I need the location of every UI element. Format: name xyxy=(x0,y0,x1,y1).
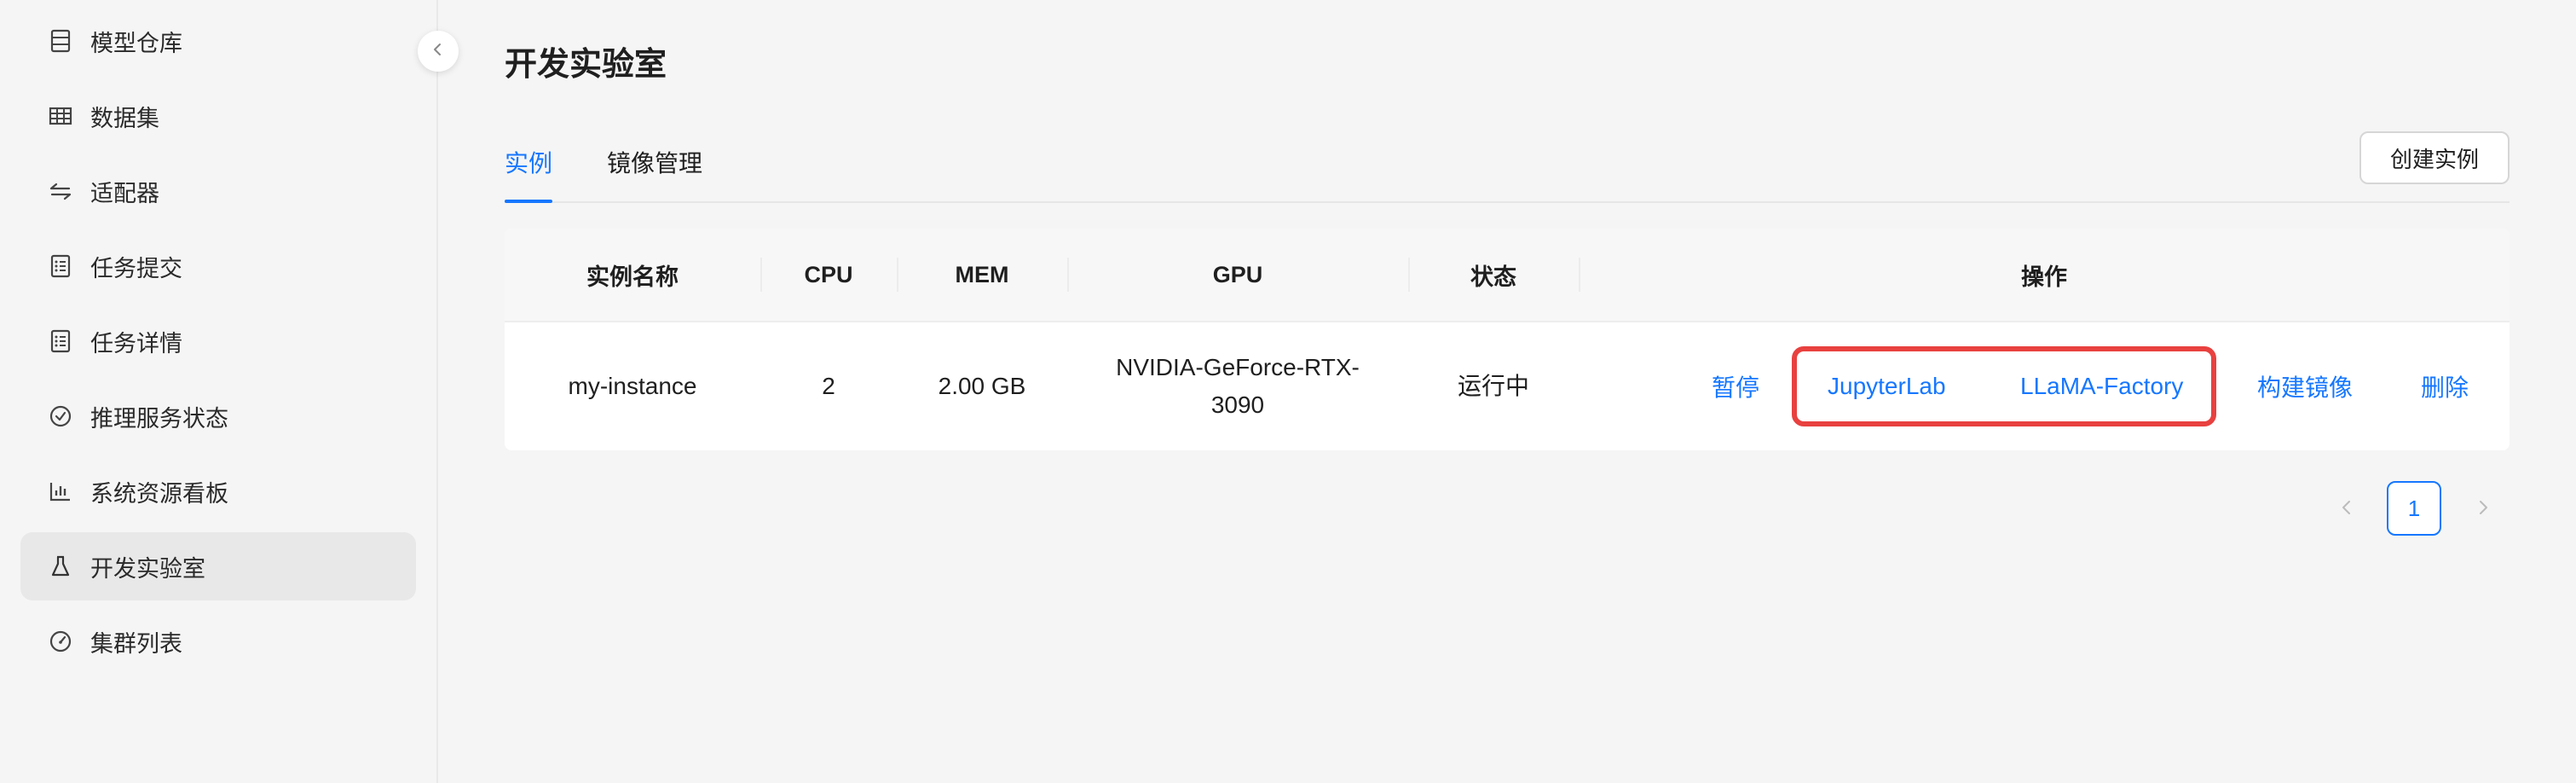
tab-bar: 实例 镜像管理 xyxy=(505,128,2510,203)
chevron-right-icon xyxy=(2476,499,2490,520)
sidebar-item-dev-lab[interactable]: 开发实验室 xyxy=(20,532,416,600)
pagination-prev-button[interactable] xyxy=(2325,483,2368,536)
column-header-gpu: GPU xyxy=(1212,261,1263,287)
sidebar-item-inference-status[interactable]: 推理服务状态 xyxy=(20,382,416,450)
pause-link[interactable]: 暂停 xyxy=(1712,322,1759,450)
table-header: 实例名称 CPU MEM GPU 状态 操作 xyxy=(505,229,2510,322)
sidebar: 模型仓库 数据集 适配器 任务提交 任务详情 推理服务状态 系统资源看板 开发实… xyxy=(0,0,438,783)
sidebar-item-label: 适配器 xyxy=(90,180,159,206)
create-instance-button[interactable]: 创建实例 xyxy=(2359,131,2510,184)
sidebar-item-label: 模型仓库 xyxy=(90,30,182,56)
delete-link[interactable]: 删除 xyxy=(2421,322,2469,450)
tab-label: 镜像管理 xyxy=(607,150,703,177)
pagination-next-button[interactable] xyxy=(2462,483,2504,536)
sidebar-item-label: 数据集 xyxy=(90,105,159,131)
bar-chart-icon xyxy=(46,477,75,506)
task-detail-icon xyxy=(46,327,75,356)
chevron-left-icon xyxy=(430,42,446,61)
cell-mem: 2.00 GB xyxy=(938,373,1026,399)
build-image-link[interactable]: 构建镜像 xyxy=(2257,322,2353,450)
sidebar-item-model-repo[interactable]: 模型仓库 xyxy=(20,7,416,75)
sidebar-item-task-detail[interactable]: 任务详情 xyxy=(20,307,416,375)
sidebar-item-task-submit[interactable]: 任务提交 xyxy=(20,232,416,300)
sidebar-item-label: 集群列表 xyxy=(90,630,182,657)
sidebar-item-cluster-list[interactable]: 集群列表 xyxy=(20,607,416,676)
sidebar-item-label: 系统资源看板 xyxy=(90,480,228,507)
sidebar-item-label: 推理服务状态 xyxy=(90,405,228,432)
gpu-name-line1: NVIDIA-GeForce-RTX- xyxy=(1116,354,1360,380)
page-title: 开发实验室 xyxy=(505,47,667,83)
tab-label: 实例 xyxy=(505,150,553,177)
active-tab-indicator xyxy=(505,200,552,203)
highlight-annotation-box xyxy=(1792,346,2216,426)
cell-gpu: NVIDIA-GeForce-RTX- 3090 xyxy=(1067,322,1408,450)
pagination-page-current[interactable]: 1 xyxy=(2387,481,2441,536)
sidebar-item-datasets[interactable]: 数据集 xyxy=(20,82,416,150)
task-list-icon xyxy=(46,252,75,281)
check-circle-icon xyxy=(46,402,75,431)
tab-instances[interactable]: 实例 xyxy=(505,145,552,179)
sidebar-item-label: 任务详情 xyxy=(90,330,182,357)
model-repo-icon xyxy=(46,26,75,55)
sidebar-item-resource-dashboard[interactable]: 系统资源看板 xyxy=(20,457,416,525)
chevron-left-icon xyxy=(2340,499,2354,520)
column-header-cpu: CPU xyxy=(804,261,853,287)
swap-arrows-icon xyxy=(46,177,75,206)
column-header-actions: 操作 xyxy=(2021,264,2067,290)
gpu-name-line2: 3090 xyxy=(1210,392,1265,418)
sidebar-item-label: 任务提交 xyxy=(90,255,182,281)
column-header-mem: MEM xyxy=(955,261,1009,287)
sidebar-item-label: 开发实验室 xyxy=(90,555,205,582)
cell-status: 运行中 xyxy=(1457,373,1529,399)
cell-cpu: 2 xyxy=(822,373,835,399)
table-grid-icon xyxy=(46,102,75,130)
dashboard-gauge-icon xyxy=(46,627,75,656)
cell-instance-name: my-instance xyxy=(568,373,697,399)
sidebar-collapse-button[interactable] xyxy=(418,31,459,72)
flask-icon xyxy=(46,552,75,581)
column-header-name: 实例名称 xyxy=(586,264,679,290)
column-header-status: 状态 xyxy=(1470,264,1516,290)
sidebar-item-adapters[interactable]: 适配器 xyxy=(20,157,416,225)
tab-image-management[interactable]: 镜像管理 xyxy=(607,145,702,179)
